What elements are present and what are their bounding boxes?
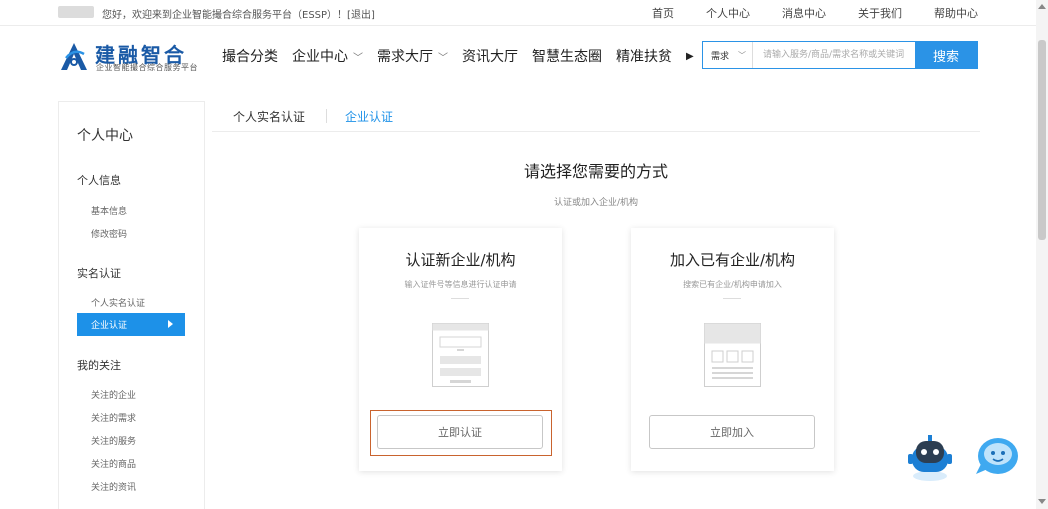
card-divider — [723, 298, 741, 299]
top-links: 首页 个人中心 消息中心 关于我们 帮助中心 — [620, 5, 978, 21]
nav-item-demand-hall[interactable]: 需求大厅 ﹀ — [377, 46, 448, 66]
sidebar-item-basic-info[interactable]: 基本信息 — [91, 204, 127, 217]
card-description: 搜索已有企业/机构申请加入 — [683, 280, 782, 289]
top-link-personal-center[interactable]: 个人中心 — [706, 5, 750, 21]
page: 您好，欢迎来到企业智能撮合综合服务平台（ESSP）！[退出] 首页 个人中心 消… — [0, 0, 1048, 509]
sidebar-item-change-password[interactable]: 修改密码 — [91, 227, 127, 240]
nav-item-matching-category[interactable]: 撮合分类 — [222, 46, 278, 66]
sidebar-item-followed-news[interactable]: 关注的资讯 — [91, 480, 136, 493]
robot-assistant-icon[interactable] — [906, 432, 954, 482]
page-subtitle: 认证或加入企业/机构 — [553, 198, 639, 208]
top-link-home[interactable]: 首页 — [652, 5, 674, 21]
nav-item-poverty-alleviation[interactable]: 精准扶贫 — [616, 46, 672, 66]
logo-mark-icon[interactable] — [57, 40, 91, 74]
card-description: 输入证件号等信息进行认证申请 — [404, 280, 517, 289]
main-nav: 撮合分类 企业中心 ﹀ 需求大厅 ﹀ 资讯大厅 智慧生态圈 精准扶贫 ▶ — [222, 46, 694, 66]
top-link-help[interactable]: 帮助中心 — [934, 5, 978, 21]
nav-label: 需求大厅 — [377, 49, 433, 65]
nav-label: 精准扶贫 — [616, 49, 672, 65]
header: 建融智合 企业智能撮合综合服务平台 撮合分类 企业中心 ﹀ 需求大厅 ﹀ 资讯大厅 … — [0, 27, 1048, 89]
nav-label: 撮合分类 — [222, 49, 278, 65]
chevron-down-icon: ﹀ — [438, 52, 448, 64]
nav-label: 资讯大厅 — [462, 49, 518, 65]
scroll-up-arrow-icon[interactable] — [1038, 4, 1046, 9]
chevron-down-icon: ﹀ — [738, 50, 747, 60]
sidebar-item-personal-verification[interactable]: 个人实名认证 — [91, 296, 145, 309]
sidebar-item-label: 企业认证 — [91, 321, 128, 331]
nav-label: 智慧生态圈 — [532, 49, 602, 65]
scroll-down-arrow-icon[interactable] — [1038, 499, 1046, 504]
top-link-message-center[interactable]: 消息中心 — [782, 5, 826, 21]
nav-item-smart-ecosystem[interactable]: 智慧生态圈 — [532, 46, 602, 66]
scroll-thumb[interactable] — [1038, 40, 1046, 240]
sidebar-item-followed-services[interactable]: 关注的服务 — [91, 434, 136, 447]
verification-tabs: 个人实名认证 企业认证 — [212, 102, 980, 132]
username-blurred — [58, 6, 94, 18]
nav-item-enterprise-center[interactable]: 企业中心 ﹀ — [292, 46, 363, 66]
sidebar-section-personal-info: 个人信息 — [77, 174, 121, 187]
sidebar-item-followed-enterprises[interactable]: 关注的企业 — [91, 388, 136, 401]
sidebar-item-followed-products[interactable]: 关注的商品 — [91, 457, 136, 470]
card-divider — [451, 298, 469, 299]
join-now-button[interactable]: 立即加入 — [649, 415, 815, 449]
search-bar: 需求 ﹀ 搜索 — [702, 41, 978, 69]
nav-item-news-hall[interactable]: 资讯大厅 — [462, 46, 518, 66]
chat-bubble-icon[interactable] — [972, 432, 1020, 480]
sidebar-item-followed-demands[interactable]: 关注的需求 — [91, 411, 136, 424]
grid-illustration-icon — [704, 323, 761, 387]
page-title: 请选择您需要的方式 — [523, 162, 668, 181]
chevron-down-icon: ﹀ — [353, 52, 363, 64]
sidebar-item-enterprise-verification[interactable]: 企业认证 — [77, 313, 185, 336]
search-button[interactable]: 搜索 — [915, 42, 977, 68]
tab-personal-verification[interactable]: 个人实名认证 — [233, 108, 305, 125]
tab-enterprise-verification[interactable]: 企业认证 — [345, 108, 393, 125]
highlight-frame — [370, 410, 552, 456]
search-type-select[interactable]: 需求 ﹀ — [703, 42, 753, 68]
sidebar-section-my-follows: 我的关注 — [77, 359, 121, 372]
triangle-right-icon — [168, 320, 173, 328]
form-illustration-icon — [432, 323, 489, 387]
nav-label: 企业中心 — [292, 49, 348, 65]
top-bar: 您好，欢迎来到企业智能撮合综合服务平台（ESSP）！[退出] 首页 个人中心 消… — [0, 0, 1048, 26]
search-type-label: 需求 — [711, 51, 730, 62]
top-link-about[interactable]: 关于我们 — [858, 5, 902, 21]
sidebar-section-verification: 实名认证 — [77, 267, 121, 280]
sidebar-title: 个人中心 — [77, 128, 133, 144]
search-input[interactable] — [753, 42, 915, 68]
sidebar: 个人中心 个人信息 基本信息 修改密码 实名认证 个人实名认证 企业认证 我的关… — [58, 101, 205, 509]
page-scrollbar[interactable] — [1036, 0, 1048, 509]
card-title: 认证新企业/机构 — [405, 251, 516, 269]
greeting-text: 您好，欢迎来到企业智能撮合综合服务平台（ESSP）！[退出] — [102, 10, 375, 21]
card-join-existing-enterprise: 加入已有企业/机构 搜索已有企业/机构申请加入 立即加入 — [631, 228, 834, 471]
tab-divider — [326, 109, 327, 123]
logo-subtitle: 企业智能撮合综合服务平台 — [96, 63, 198, 72]
nav-more-arrow-icon[interactable]: ▶ — [686, 51, 694, 62]
card-title: 加入已有企业/机构 — [669, 251, 796, 269]
